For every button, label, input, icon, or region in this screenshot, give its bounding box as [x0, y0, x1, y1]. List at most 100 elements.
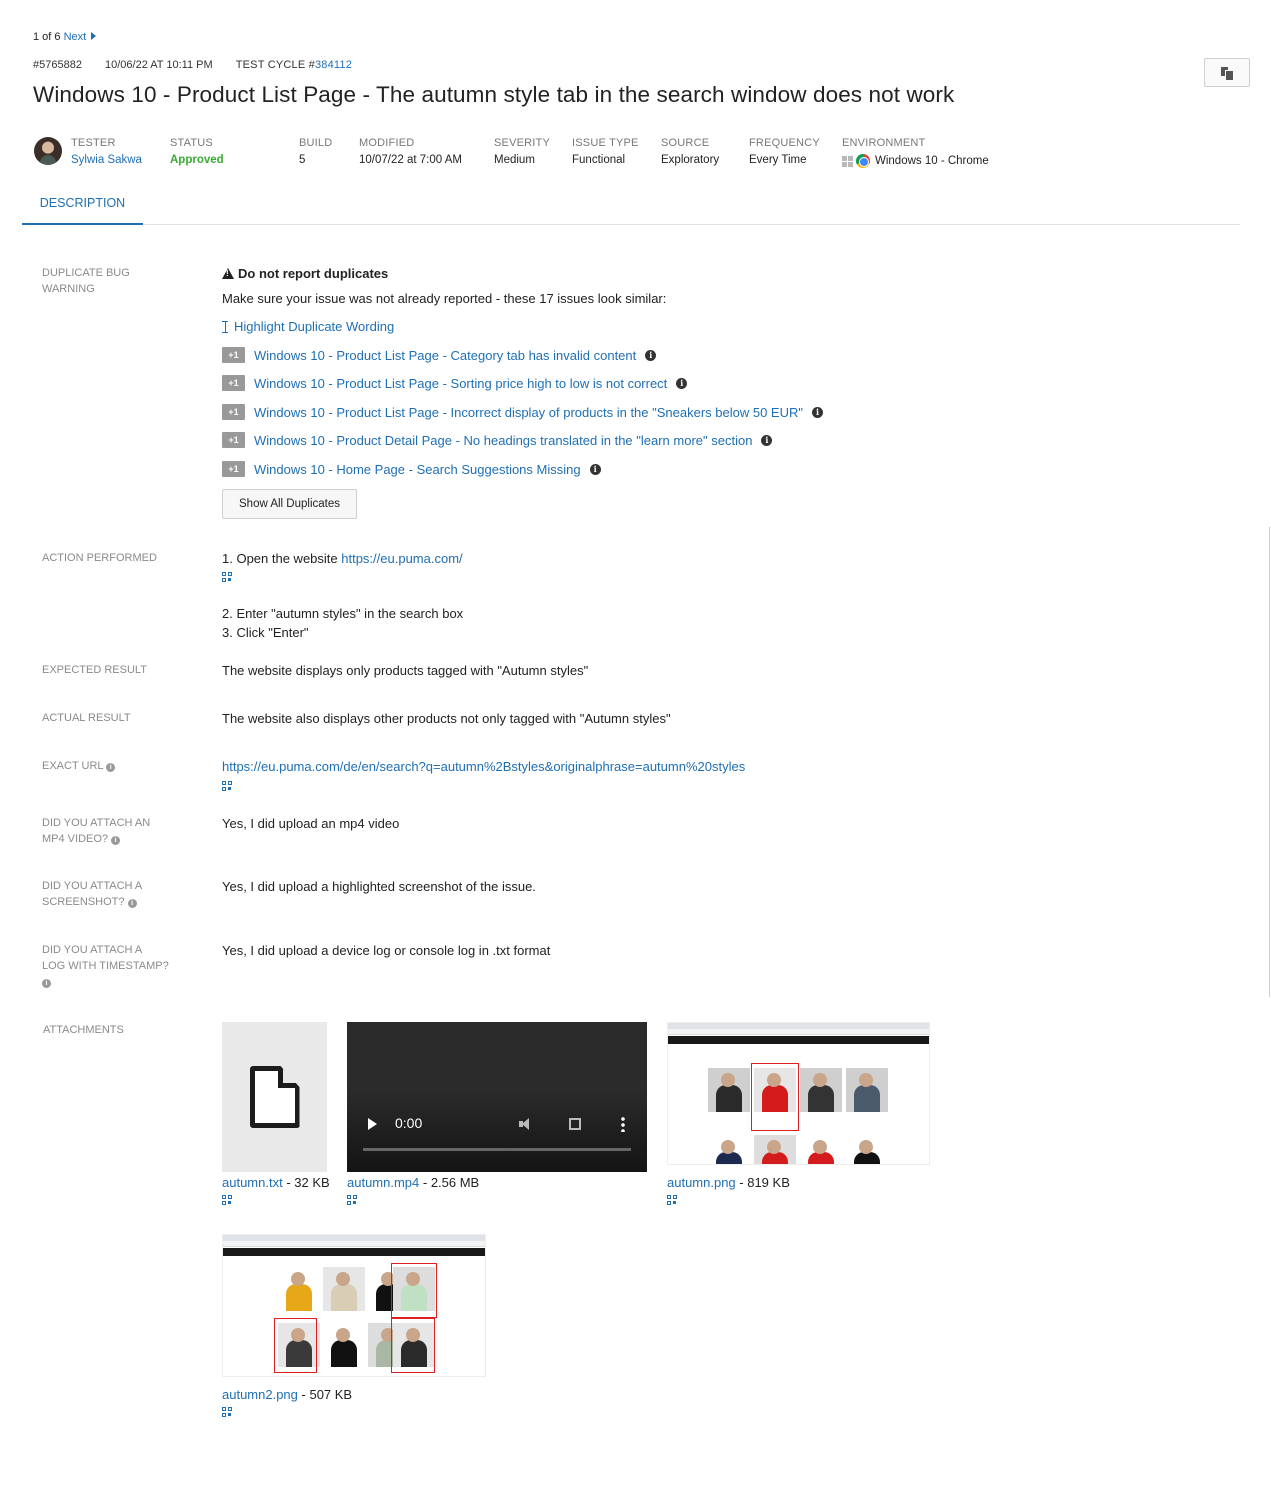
info-icon[interactable]: i	[645, 349, 657, 361]
next-link[interactable]: Next	[64, 31, 87, 43]
field-source: SOURCE Exploratory	[661, 137, 719, 166]
label-line: MP4 VIDEO?	[42, 833, 109, 845]
log-value: Yes, I did upload a device log or consol…	[222, 943, 551, 958]
screenshot-thumbnail[interactable]	[667, 1022, 930, 1165]
highlight-duplicate-link[interactable]: Highlight Duplicate Wording	[222, 319, 394, 334]
file-thumbnail[interactable]	[222, 1022, 327, 1172]
duplicate-item: +1 Windows 10 - Product List Page - Cate…	[222, 347, 657, 363]
status-value: Approved	[170, 154, 224, 166]
attachment-size: - 819 KB	[735, 1175, 790, 1190]
qr-code-icon[interactable]	[222, 1195, 232, 1205]
field-modified: MODIFIED 10/07/22 at 7:00 AM	[359, 137, 462, 166]
field-label: ENVIRONMENT	[842, 137, 926, 149]
field-tester: TESTER Sylwia Sakwa	[71, 137, 142, 166]
issue-meta: #5765882 10/06/22 AT 10:11 PM TEST CYCLE…	[33, 59, 372, 71]
page-title: Windows 10 - Product List Page - The aut…	[33, 82, 955, 107]
tab-description[interactable]: DESCRIPTION	[22, 180, 143, 225]
qr-code-button[interactable]	[222, 570, 232, 585]
info-icon[interactable]: i	[812, 406, 823, 418]
field-label: FREQUENCY	[749, 137, 820, 149]
highlight-duplicate-text[interactable]: Highlight Duplicate Wording	[234, 319, 394, 334]
label-line: DID YOU ATTACH A	[42, 880, 143, 892]
duplicate-label: DUPLICATE BUG WARNING	[42, 265, 172, 297]
tab-bar: DESCRIPTION	[22, 180, 1240, 225]
field-severity: SEVERITY Medium	[494, 137, 550, 166]
test-cycle-link[interactable]: 384112	[315, 59, 352, 71]
tester-link[interactable]: Sylwia Sakwa	[71, 154, 142, 166]
warning-icon	[222, 268, 234, 279]
show-all-duplicates-button[interactable]: Show All Duplicates	[222, 489, 357, 519]
attachment-link[interactable]: autumn.mp4	[347, 1175, 419, 1190]
info-icon[interactable]: i	[106, 763, 116, 772]
copy-button[interactable]	[1204, 58, 1250, 87]
qr-code-button[interactable]	[222, 1193, 330, 1208]
qr-code-button[interactable]	[667, 1193, 930, 1208]
info-icon[interactable]: i	[761, 434, 773, 446]
plus-one-button[interactable]: +1	[222, 404, 245, 420]
exact-url-label: EXACT URL i	[42, 758, 172, 774]
duplicate-link[interactable]: Windows 10 - Product Detail Page - No he…	[254, 433, 752, 448]
environment-value: Windows 10 - Chrome	[875, 155, 989, 167]
expected-value: The website displays only products tagge…	[222, 663, 589, 678]
fullscreen-icon[interactable]	[569, 1118, 581, 1130]
source-value: Exploratory	[661, 154, 720, 166]
plus-one-button[interactable]: +1	[222, 461, 245, 477]
volume-icon[interactable]	[519, 1118, 533, 1130]
scrollbar[interactable]	[1269, 527, 1270, 997]
attachment-link[interactable]: autumn.txt	[222, 1175, 283, 1190]
attachment-link[interactable]: autumn.png	[667, 1175, 736, 1190]
video-progress-bar[interactable]	[363, 1148, 631, 1151]
attachment-link[interactable]: autumn2.png	[222, 1387, 298, 1402]
info-icon[interactable]: i	[676, 377, 688, 389]
info-icon[interactable]: i	[127, 899, 137, 908]
qr-code-icon[interactable]	[347, 1195, 357, 1205]
website-link[interactable]: https://eu.puma.com/	[341, 551, 462, 566]
action-step-2: 2. Enter "autumn styles" in the search b…	[222, 606, 464, 621]
qr-code-icon[interactable]	[667, 1195, 677, 1205]
attachment-caption: autumn.png - 819 KB	[667, 1175, 930, 1190]
chrome-icon	[856, 154, 870, 168]
text-cursor-icon	[222, 320, 228, 333]
highlight-box	[391, 1318, 435, 1373]
mp4-value: Yes, I did upload an mp4 video	[222, 816, 400, 831]
label-line: DID YOU ATTACH AN	[42, 817, 151, 829]
duplicate-link[interactable]: Windows 10 - Product List Page - Sorting…	[254, 376, 667, 391]
field-label: SOURCE	[661, 137, 710, 149]
info-icon[interactable]: i	[42, 979, 51, 988]
duplicate-item: +1 Windows 10 - Product List Page - Inco…	[222, 404, 823, 420]
screenshot-thumbnail[interactable]	[222, 1234, 486, 1377]
qr-code-button[interactable]	[347, 1193, 647, 1208]
plus-one-button[interactable]: +1	[222, 347, 245, 363]
qr-code-button[interactable]	[222, 779, 232, 794]
duplicate-item: +1 Windows 10 - Home Page - Search Sugge…	[222, 461, 601, 477]
field-label: STATUS	[170, 137, 213, 149]
label-line: LOG WITH TIMESTAMP?	[42, 960, 169, 972]
duplicate-item: +1 Windows 10 - Product Detail Page - No…	[222, 432, 773, 448]
qr-code-button[interactable]	[222, 1405, 486, 1420]
duplicate-link[interactable]: Windows 10 - Home Page - Search Suggesti…	[254, 462, 581, 477]
attachment-size: - 2.56 MB	[419, 1175, 480, 1190]
actual-value: The website also displays other products…	[222, 711, 671, 726]
chevron-right-icon[interactable]	[91, 32, 97, 40]
play-icon[interactable]	[368, 1118, 377, 1130]
duplicate-link[interactable]: Windows 10 - Product List Page - Categor…	[254, 348, 636, 363]
info-icon[interactable]: i	[111, 836, 121, 845]
action-step-3: 3. Click "Enter"	[222, 625, 309, 640]
duplicate-link[interactable]: Windows 10 - Product List Page - Incorre…	[254, 405, 803, 420]
plus-one-button[interactable]: +1	[222, 375, 245, 391]
attachment-png: autumn.png - 819 KB	[667, 1022, 930, 1208]
copy-icon	[1221, 66, 1234, 81]
mp4-label: DID YOU ATTACH AN MP4 VIDEO? i	[42, 815, 172, 847]
video-player[interactable]: 0:00	[347, 1022, 647, 1172]
qr-code-icon[interactable]	[222, 781, 232, 791]
qr-code-icon[interactable]	[222, 572, 232, 582]
attachment-size: - 507 KB	[297, 1387, 353, 1402]
exact-url-link[interactable]: https://eu.puma.com/de/en/search?q=autum…	[222, 759, 745, 774]
qr-code-icon[interactable]	[222, 1407, 232, 1417]
plus-one-button[interactable]: +1	[222, 432, 245, 448]
attachment-caption: autumn.mp4 - 2.56 MB	[347, 1175, 647, 1190]
info-icon[interactable]: i	[589, 463, 601, 475]
windows-icon	[842, 155, 853, 167]
more-options-icon[interactable]	[621, 1116, 625, 1132]
action-step-1: 1. Open the website https://eu.puma.com/	[222, 551, 463, 566]
